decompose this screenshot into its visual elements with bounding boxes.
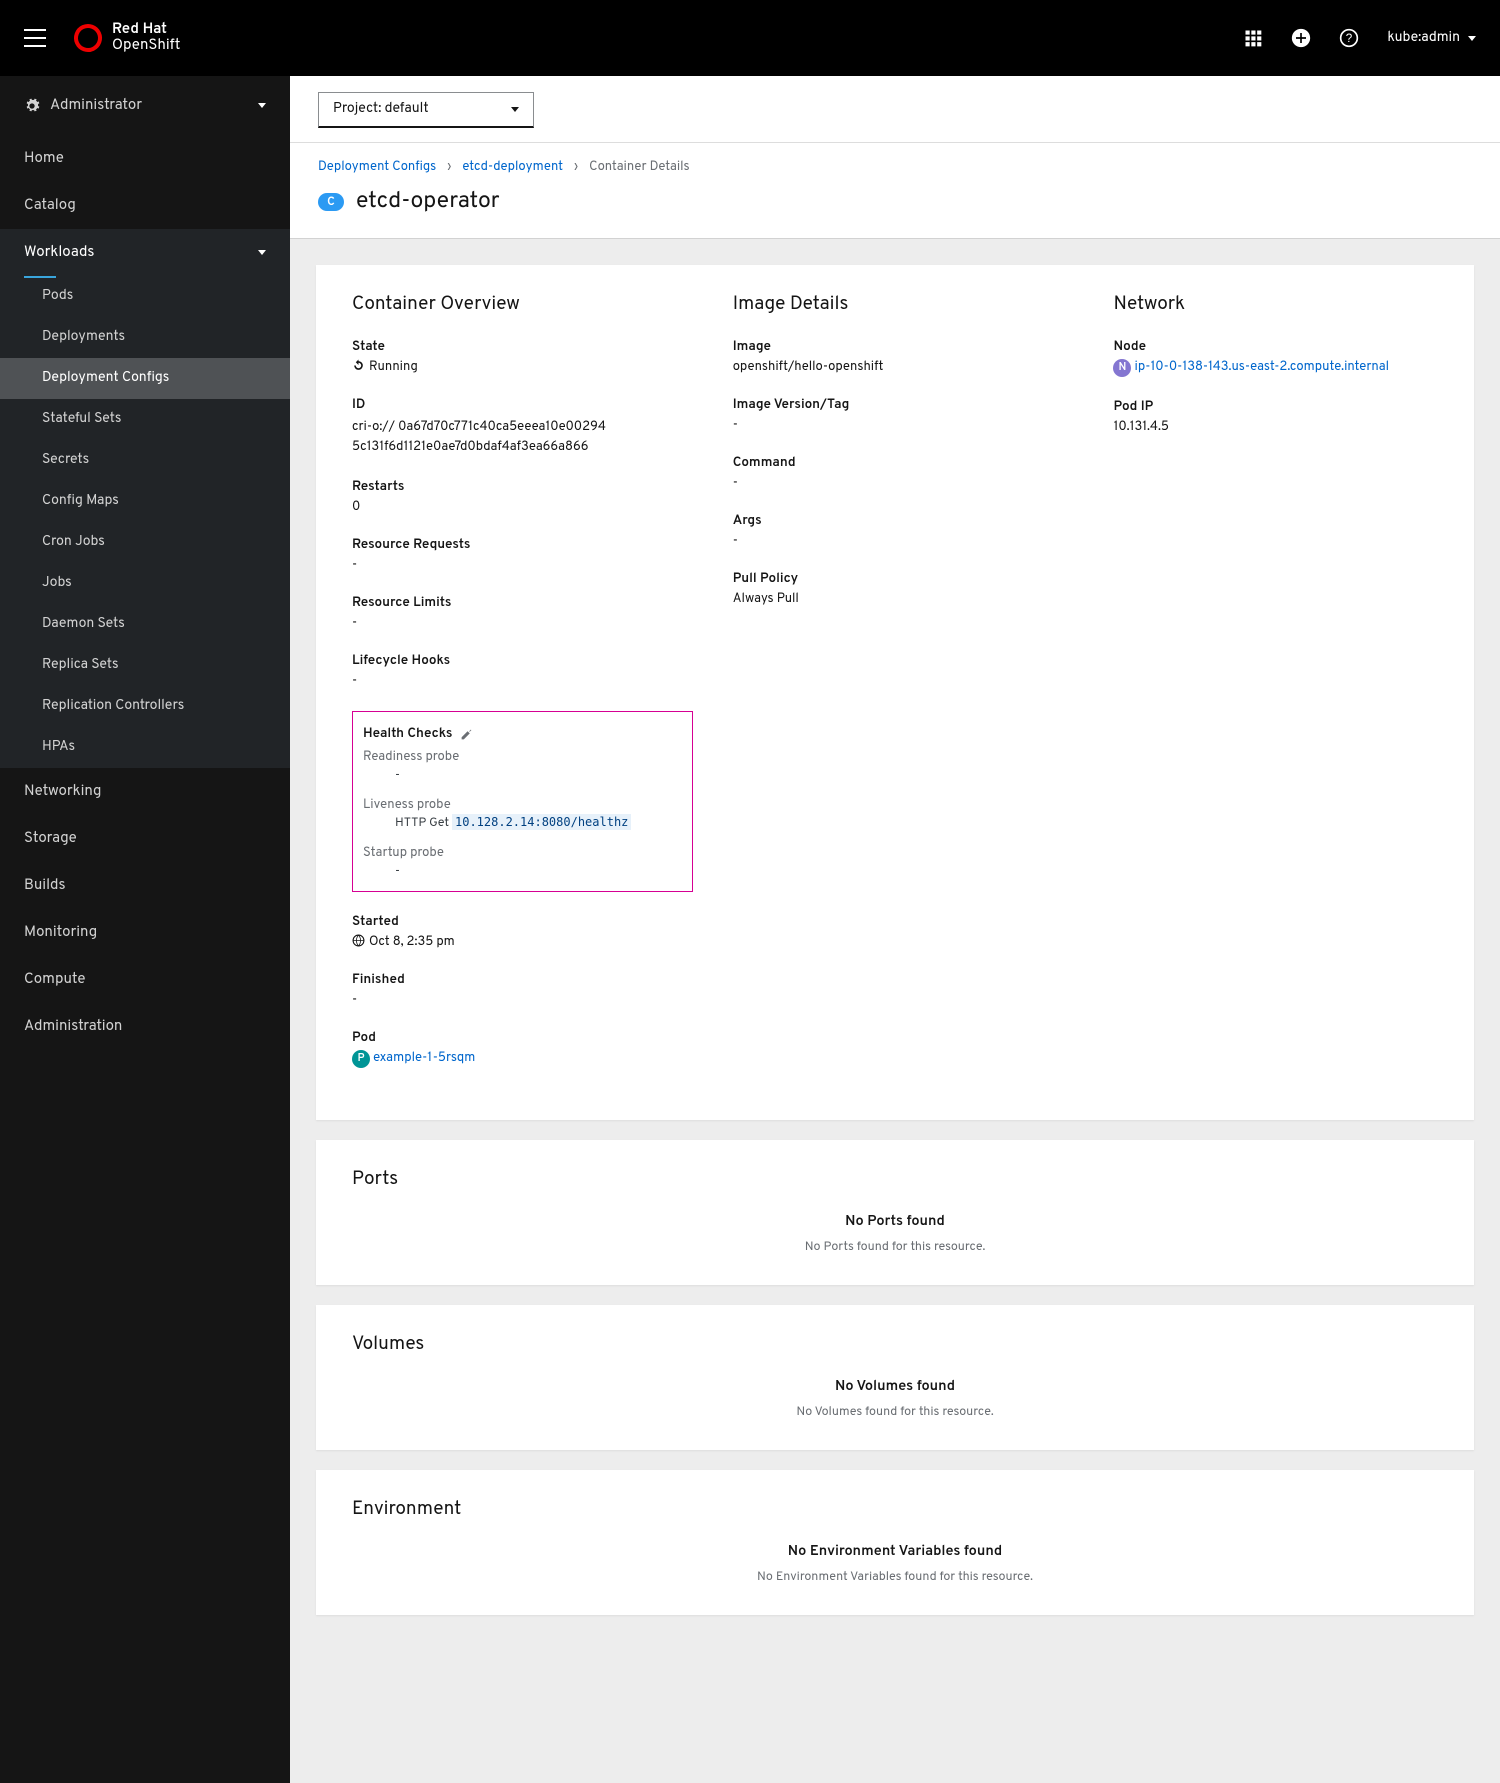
network-heading: Network	[1113, 293, 1438, 317]
nav-compute[interactable]: Compute	[0, 956, 290, 1003]
nav-config-maps[interactable]: Config Maps	[0, 481, 290, 522]
overview-heading: Container Overview	[352, 293, 693, 317]
nav-deployment-configs[interactable]: Deployment Configs	[0, 358, 290, 399]
health-checks-heading: Health Checks	[363, 726, 682, 743]
redhat-logo-icon	[69, 19, 106, 56]
cog-icon	[24, 98, 40, 114]
liveness-probe-value: HTTP Get 10.128.2.14:8080/healthz	[363, 815, 682, 831]
nav-workloads[interactable]: Workloads	[0, 229, 290, 276]
chevron-down-icon	[511, 107, 519, 112]
user-menu[interactable]: kube:admin	[1387, 30, 1476, 47]
nav-hpas[interactable]: HPAs	[0, 727, 290, 768]
page-heading: Deployment Configs › etcd-deployment › C…	[290, 143, 1500, 239]
started-value: Oct 8, 2:35 pm	[352, 934, 693, 950]
restarts-value: 0	[352, 499, 693, 515]
masthead: Red Hat OpenShift ? kube:admin	[0, 0, 1500, 76]
nav-stateful-sets[interactable]: Stateful Sets	[0, 399, 290, 440]
env-empty-sub: No Environment Variables found for this …	[352, 1569, 1438, 1585]
nav-jobs[interactable]: Jobs	[0, 563, 290, 604]
chevron-down-icon	[258, 103, 266, 108]
svg-text:?: ?	[1346, 32, 1353, 45]
edit-icon[interactable]	[460, 728, 473, 741]
volumes-card: Volumes No Volumes found No Volumes foun…	[316, 1305, 1474, 1450]
pod-link[interactable]: example-1-5rsqm	[373, 1050, 475, 1066]
nav-pods[interactable]: Pods	[0, 276, 290, 317]
nav-builds[interactable]: Builds	[0, 862, 290, 909]
volumes-heading: Volumes	[352, 1333, 1438, 1357]
nav-replication-controllers[interactable]: Replication Controllers	[0, 686, 290, 727]
readiness-probe-label: Readiness probe	[363, 749, 682, 765]
crumb-deployment-configs[interactable]: Deployment Configs	[318, 159, 436, 175]
chevron-down-icon	[258, 250, 266, 255]
nav-daemon-sets[interactable]: Daemon Sets	[0, 604, 290, 645]
globe-icon	[352, 934, 365, 947]
nav-storage[interactable]: Storage	[0, 815, 290, 862]
crumb-etcd-deployment[interactable]: etcd-deployment	[462, 159, 563, 175]
brand-text: Red Hat OpenShift	[112, 22, 180, 55]
project-selector[interactable]: Project: default	[318, 92, 534, 128]
image-value: openshift/hello-openshift	[733, 359, 1074, 375]
pull-policy-value: Always Pull	[733, 591, 1074, 607]
env-empty-title: No Environment Variables found	[352, 1542, 1438, 1561]
ports-heading: Ports	[352, 1168, 1438, 1192]
health-checks-box: Health Checks Readiness probe - Liveness…	[352, 711, 693, 892]
volumes-empty-sub: No Volumes found for this resource.	[352, 1404, 1438, 1420]
nav-catalog[interactable]: Catalog	[0, 182, 290, 229]
volumes-empty-title: No Volumes found	[352, 1377, 1438, 1396]
node-link[interactable]: ip-10-0-138-143.us-east-2.compute.intern…	[1135, 359, 1390, 375]
container-id: cri-o:// 0a67d70c771c40ca5eeea10e002945c…	[352, 417, 612, 457]
nav-home[interactable]: Home	[0, 135, 290, 182]
sync-icon	[352, 359, 365, 372]
apps-launcher-icon[interactable]	[1243, 28, 1263, 48]
nav-replica-sets[interactable]: Replica Sets	[0, 645, 290, 686]
state-value: Running	[352, 359, 693, 375]
liveness-probe-label: Liveness probe	[363, 797, 682, 813]
main: Project: default Deployment Configs › et…	[290, 76, 1500, 1783]
project-bar: Project: default	[290, 76, 1500, 143]
image-details-heading: Image Details	[733, 293, 1074, 317]
nav-deployments[interactable]: Deployments	[0, 317, 290, 358]
perspective-switcher[interactable]: Administrator	[0, 76, 290, 135]
nav-toggle-button[interactable]	[24, 29, 46, 47]
sidebar: Administrator Home Catalog Workloads Pod…	[0, 76, 290, 1783]
pod-badge-icon: P	[352, 1050, 370, 1068]
chevron-down-icon	[1468, 36, 1476, 41]
nav-administration[interactable]: Administration	[0, 1003, 290, 1050]
help-icon[interactable]: ?	[1339, 28, 1359, 48]
workloads-subnav: Pods Deployments Deployment Configs Stat…	[0, 276, 290, 768]
nav-networking[interactable]: Networking	[0, 768, 290, 815]
network-column: Network Node N ip-10-0-138-143.us-east-2…	[1113, 293, 1438, 1090]
ports-card: Ports No Ports found No Ports found for …	[316, 1140, 1474, 1285]
brand[interactable]: Red Hat OpenShift	[74, 22, 180, 55]
nav-cron-jobs[interactable]: Cron Jobs	[0, 522, 290, 563]
nav-monitoring[interactable]: Monitoring	[0, 909, 290, 956]
ports-empty-title: No Ports found	[352, 1212, 1438, 1231]
add-button-icon[interactable]	[1291, 28, 1311, 48]
environment-card: Environment No Environment Variables fou…	[316, 1470, 1474, 1615]
username: kube:admin	[1387, 30, 1460, 47]
container-badge-icon: C	[318, 193, 344, 211]
overview-column: Container Overview State Running ID cri-…	[352, 293, 693, 1090]
pod-ip-value: 10.131.4.5	[1113, 419, 1438, 435]
page-title: C etcd-operator	[318, 187, 1472, 216]
ports-empty-sub: No Ports found for this resource.	[352, 1239, 1438, 1255]
nav-secrets[interactable]: Secrets	[0, 440, 290, 481]
crumb-current: Container Details	[589, 159, 690, 175]
container-overview-card: Container Overview State Running ID cri-…	[316, 265, 1474, 1120]
env-heading: Environment	[352, 1498, 1438, 1522]
node-badge-icon: N	[1113, 359, 1131, 377]
breadcrumb: Deployment Configs › etcd-deployment › C…	[318, 159, 1472, 175]
startup-probe-label: Startup probe	[363, 845, 682, 861]
image-details-column: Image Details Image openshift/hello-open…	[733, 293, 1074, 1090]
